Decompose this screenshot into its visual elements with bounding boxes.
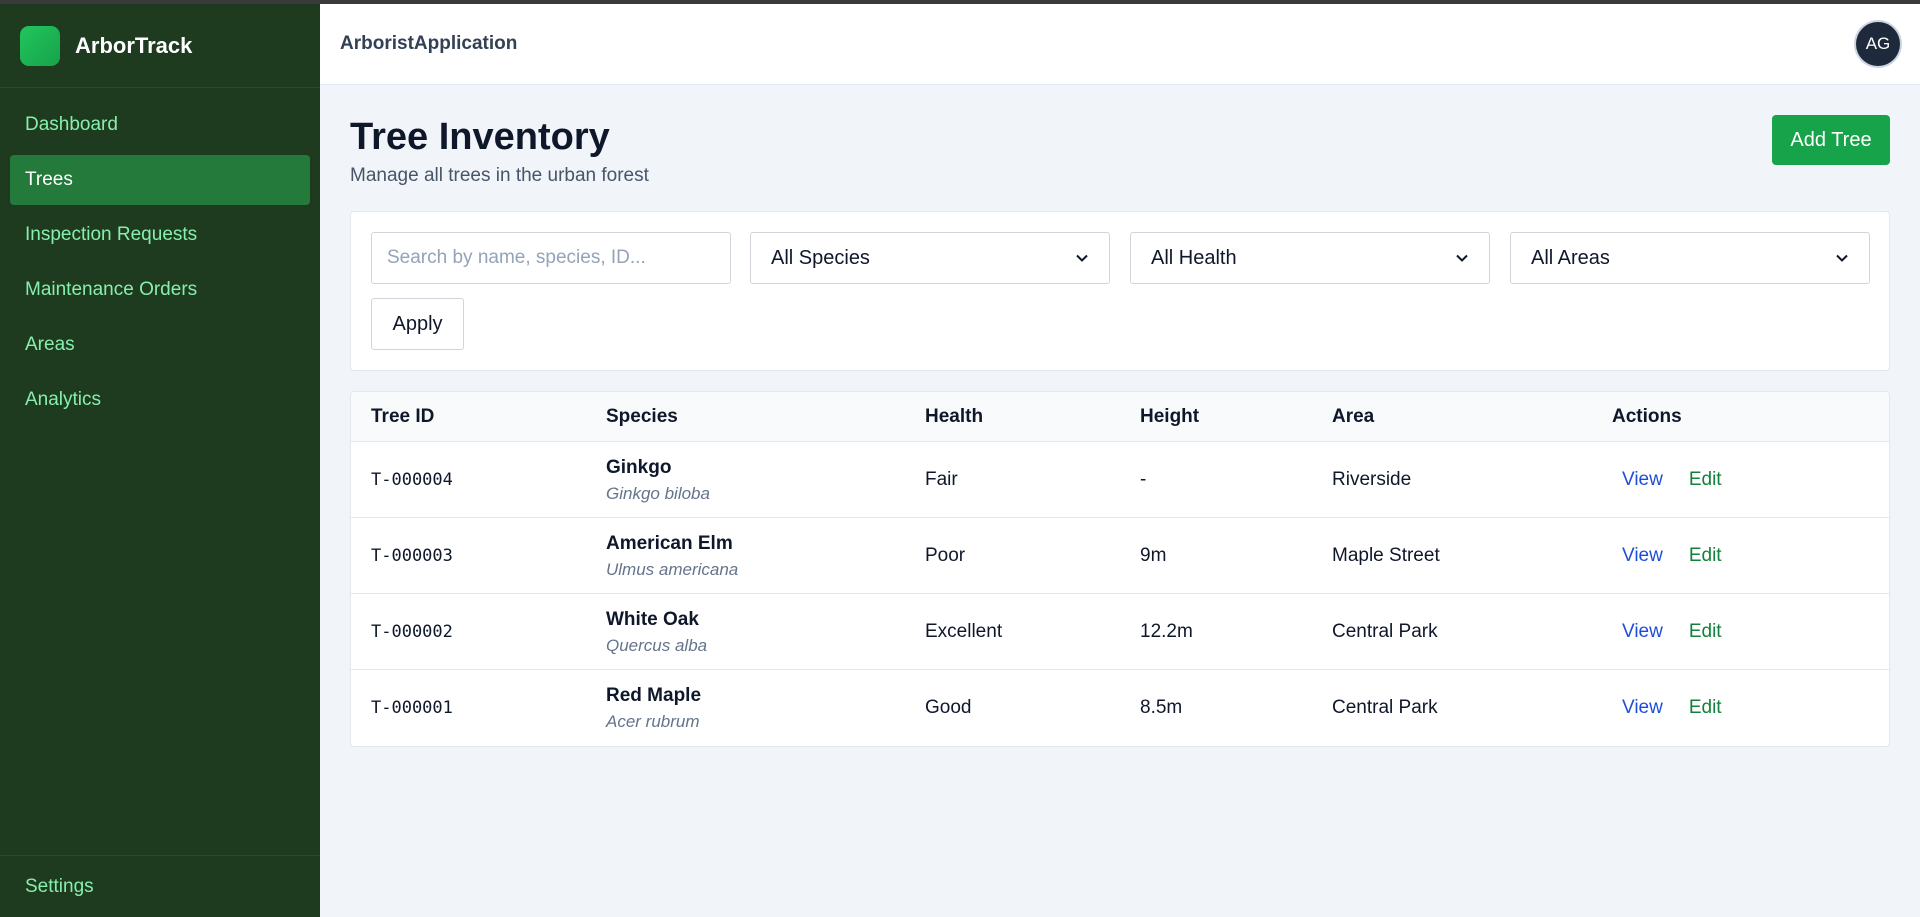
column-header-species[interactable]: Species: [606, 392, 678, 442]
chevron-down-icon: [1456, 254, 1468, 262]
table-header: Tree ID Species Health Height Area Actio…: [351, 392, 1889, 442]
sidebar-item-settings[interactable]: Settings: [0, 855, 320, 917]
brand[interactable]: ArborTrack: [0, 4, 320, 88]
scientific-name: Quercus alba: [606, 635, 708, 655]
area-cell: Central Park: [1332, 621, 1438, 642]
scientific-name: Ulmus americana: [606, 559, 739, 579]
column-header-actions: Actions: [1612, 406, 1682, 427]
health-cell: Poor: [925, 545, 966, 566]
table-row: T-000002 White Oak Quercus alba Excellen…: [351, 594, 1889, 670]
health-cell: Excellent: [925, 621, 1003, 642]
health-cell: Fair: [925, 469, 958, 490]
brand-name: ArborTrack: [75, 32, 193, 58]
scientific-name: Acer rubrum: [606, 711, 700, 731]
area-cell: Riverside: [1332, 469, 1412, 490]
sidebar: ArborTrack Dashboard Trees Inspection Re…: [0, 0, 320, 917]
table-row: T-000003 American Elm Ulmus americana Po…: [351, 518, 1889, 594]
apply-button[interactable]: Apply: [371, 298, 464, 350]
actions-cell: View Edit: [1612, 594, 1722, 670]
species-select[interactable]: All Species: [750, 232, 1110, 284]
species-name: Red Maple: [606, 684, 702, 706]
species-name: American Elm: [606, 532, 733, 554]
species-cell: Red Maple Acer rubrum: [606, 670, 701, 746]
sidebar-nav: Dashboard Trees Inspection Requests Main…: [0, 88, 320, 442]
top-header: ArboristApplication AG: [320, 4, 1920, 85]
edit-link[interactable]: Edit: [1689, 545, 1722, 567]
species-cell: American Elm Ulmus americana: [606, 518, 738, 594]
species-name: Ginkgo: [606, 456, 672, 478]
species-cell: White Oak Quercus alba: [606, 594, 707, 670]
table-row: T-000004 Ginkgo Ginkgo biloba Fair - Riv…: [351, 442, 1889, 518]
tree-id: T-000003: [371, 546, 453, 566]
health-cell: Good: [925, 697, 972, 718]
height-cell: -: [1140, 469, 1147, 490]
species-cell: Ginkgo Ginkgo biloba: [606, 442, 710, 518]
column-header-tree-id[interactable]: Tree ID: [371, 392, 434, 442]
tree-id: T-000002: [371, 622, 453, 642]
app-name: ArboristApplication: [340, 33, 518, 54]
scientific-name: Ginkgo biloba: [606, 483, 710, 503]
sidebar-item-dashboard[interactable]: Dashboard: [10, 100, 310, 150]
settings-label: Settings: [25, 875, 94, 897]
height-cell: 8.5m: [1140, 697, 1183, 718]
view-link[interactable]: View: [1622, 697, 1663, 719]
area-select-value: All Areas: [1531, 246, 1610, 269]
species-name: White Oak: [606, 608, 699, 630]
area-cell: Maple Street: [1332, 545, 1440, 566]
page-subtitle: Manage all trees in the urban forest: [350, 165, 649, 186]
trees-table: Tree ID Species Health Height Area Actio…: [350, 391, 1890, 747]
edit-link[interactable]: Edit: [1689, 469, 1722, 491]
window-top-strip: [0, 0, 1920, 4]
actions-cell: View Edit: [1612, 670, 1722, 746]
view-link[interactable]: View: [1622, 545, 1663, 567]
area-select[interactable]: All Areas: [1510, 232, 1870, 284]
table-row: T-000001 Red Maple Acer rubrum Good 8.5m…: [351, 670, 1889, 746]
column-header-area[interactable]: Area: [1332, 392, 1374, 442]
edit-link[interactable]: Edit: [1689, 621, 1722, 643]
filter-panel: All Species All Health All Areas Apply: [350, 211, 1890, 371]
actions-cell: View Edit: [1612, 518, 1722, 594]
sidebar-item-areas[interactable]: Areas: [10, 320, 310, 370]
tree-id: T-000004: [371, 470, 453, 490]
column-header-health[interactable]: Health: [925, 392, 983, 442]
logo-icon: [20, 25, 60, 66]
view-link[interactable]: View: [1622, 621, 1663, 643]
sidebar-item-analytics[interactable]: Analytics: [10, 375, 310, 425]
species-select-value: All Species: [771, 246, 870, 269]
avatar[interactable]: AG: [1856, 22, 1900, 66]
chevron-down-icon: [1836, 254, 1848, 262]
edit-link[interactable]: Edit: [1689, 697, 1722, 719]
actions-cell: View Edit: [1612, 442, 1722, 518]
health-select-value: All Health: [1151, 246, 1237, 269]
tree-id: T-000001: [371, 698, 453, 718]
height-cell: 12.2m: [1140, 621, 1193, 642]
height-cell: 9m: [1140, 545, 1167, 566]
add-tree-button[interactable]: Add Tree: [1772, 115, 1890, 165]
sidebar-item-maintenance-orders[interactable]: Maintenance Orders: [10, 265, 310, 315]
sidebar-item-inspection-requests[interactable]: Inspection Requests: [10, 210, 310, 260]
chevron-down-icon: [1076, 254, 1088, 262]
column-header-height[interactable]: Height: [1140, 392, 1199, 442]
page-title: Tree Inventory: [350, 116, 610, 158]
area-cell: Central Park: [1332, 697, 1438, 718]
health-select[interactable]: All Health: [1130, 232, 1490, 284]
sidebar-item-trees[interactable]: Trees: [10, 155, 310, 205]
search-input[interactable]: [371, 232, 731, 284]
view-link[interactable]: View: [1622, 469, 1663, 491]
